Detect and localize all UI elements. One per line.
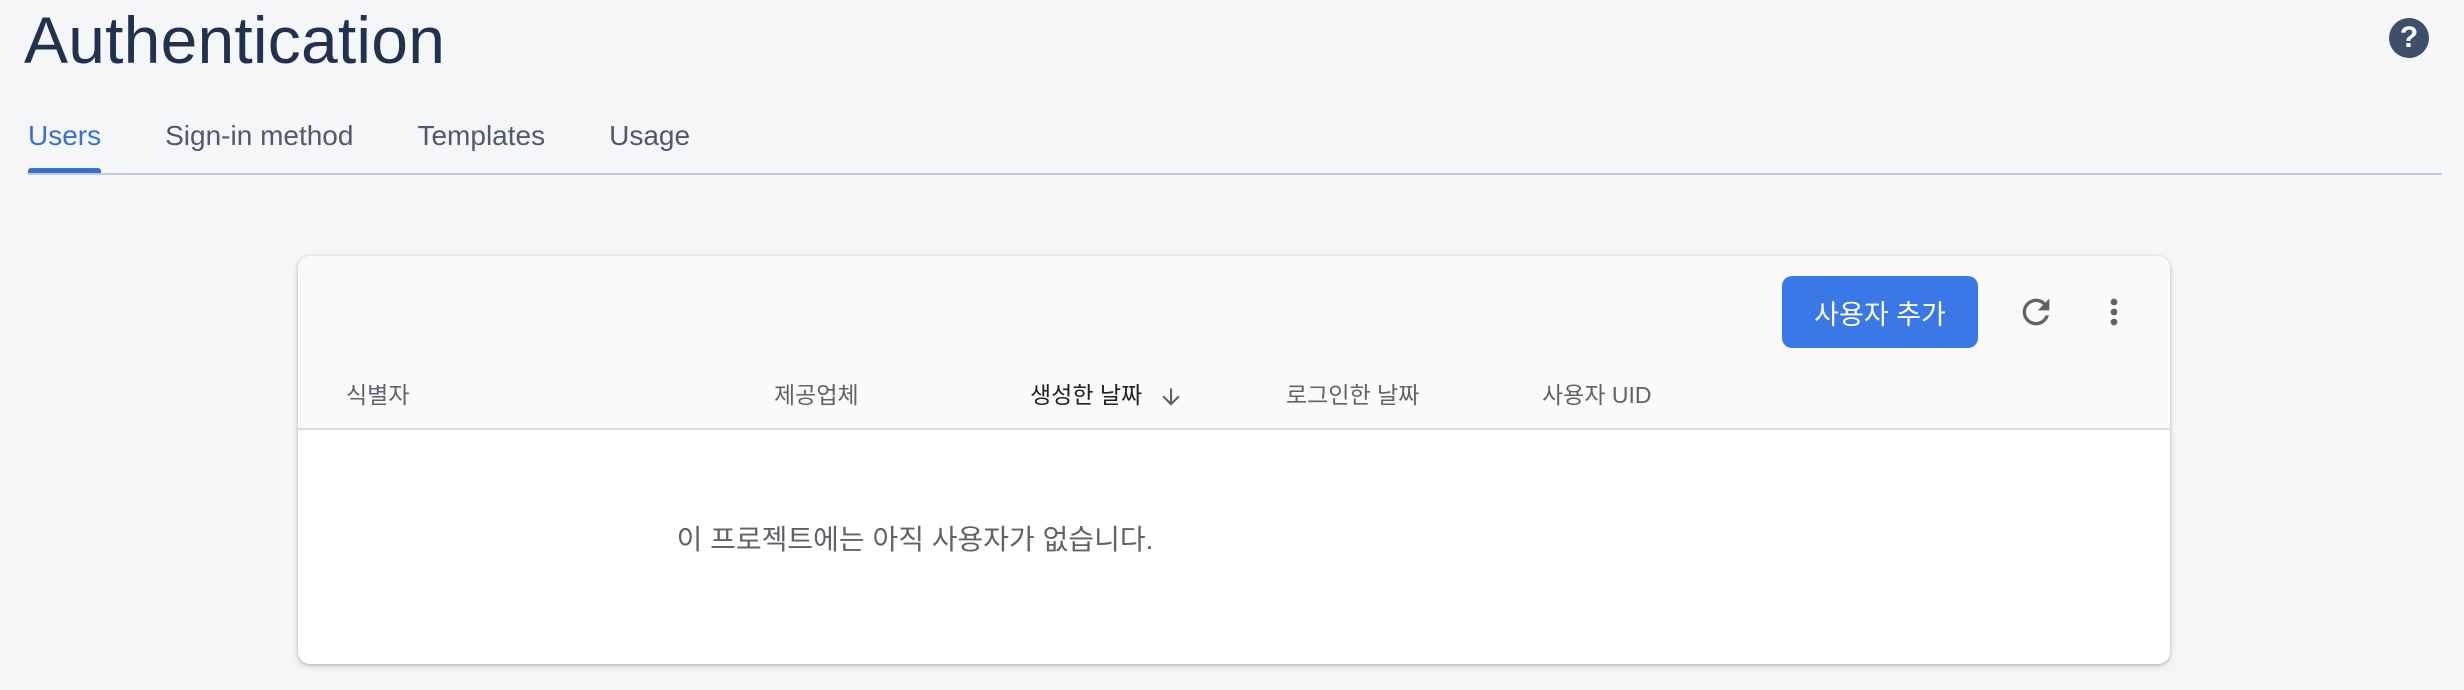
authentication-page: Authentication ? Users Sign-in method Te… (0, 0, 2464, 690)
tab-bar: Users Sign-in method Templates Usage (28, 112, 754, 174)
column-header-created[interactable]: 생성한 날짜 (1030, 380, 1142, 410)
empty-state-message: 이 프로젝트에는 아직 사용자가 없습니다. (676, 524, 1154, 555)
table-toolbar: 사용자 추가 식별자 제공업체 생성한 날짜 로그인한 날짜 사용자 UID (298, 256, 2170, 430)
tab-users-label: Users (28, 120, 102, 151)
add-user-button[interactable]: 사용자 추가 (1782, 276, 1978, 348)
more-vert-icon (2110, 298, 2118, 326)
refresh-icon (2022, 298, 2050, 326)
tab-usage-label: Usage (609, 120, 691, 151)
column-header-signed-in[interactable]: 로그인한 날짜 (1286, 380, 1419, 410)
column-header-provider[interactable]: 제공업체 (774, 380, 859, 410)
page-title: Authentication (24, 3, 446, 77)
tab-sign-in-method-label: Sign-in method (165, 120, 354, 151)
refresh-button[interactable] (2012, 288, 2060, 336)
tab-usage[interactable]: Usage (609, 112, 690, 174)
tabs-divider (28, 173, 2442, 175)
column-header-identifier[interactable]: 식별자 (346, 380, 409, 410)
arrow-down-icon[interactable] (1158, 382, 1184, 412)
users-table-card: 사용자 추가 식별자 제공업체 생성한 날짜 로그인한 날짜 사용자 UID 이… (298, 256, 2170, 664)
tab-templates-label: Templates (417, 120, 546, 151)
help-glyph: ? (2399, 21, 2419, 54)
more-options-button[interactable] (2094, 288, 2134, 336)
tab-users[interactable]: Users (28, 112, 102, 174)
column-header-user-uid[interactable]: 사용자 UID (1542, 380, 1651, 410)
help-icon[interactable]: ? (2389, 18, 2429, 58)
tab-sign-in-method[interactable]: Sign-in method (165, 112, 353, 174)
tab-templates[interactable]: Templates (417, 112, 545, 174)
